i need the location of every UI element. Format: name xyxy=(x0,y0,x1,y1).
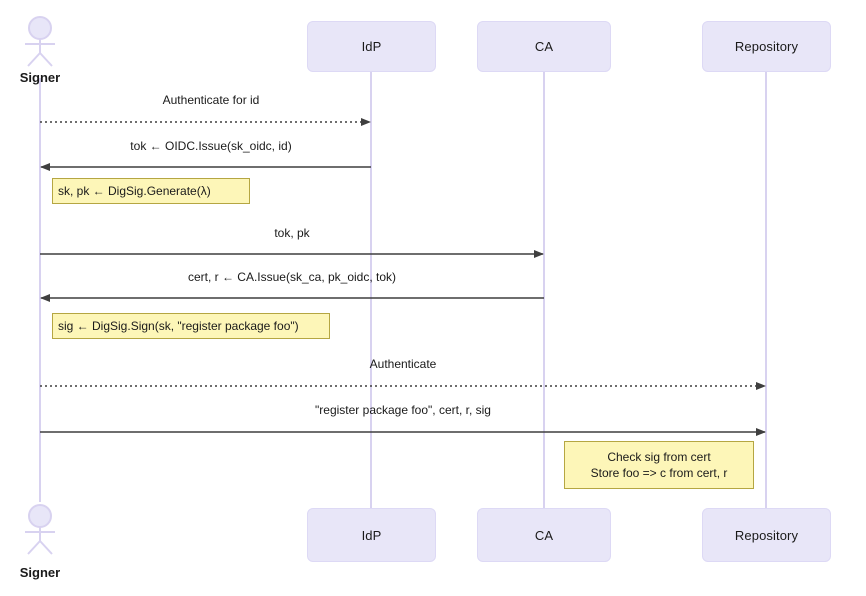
participant-footer-ca-label: CA xyxy=(534,527,554,543)
participant-footer-repository[interactable]: Repository xyxy=(702,508,831,562)
diagram-canvas xyxy=(25,16,767,555)
actor-leg-right-signer-bottom xyxy=(39,540,53,555)
actor-leg-left-signer-top xyxy=(27,52,41,67)
actor-figure-signer-top xyxy=(25,16,55,67)
actor-head-signer-bottom xyxy=(28,504,52,528)
actor-leg-left-signer-bottom xyxy=(27,540,41,555)
participant-footer-repository-label: Repository xyxy=(734,527,799,543)
actor-label-signer-top: Signer xyxy=(19,70,61,85)
participant-footer-idp-label: IdP xyxy=(361,527,382,543)
note-box-1: sk, pk ← DigSig.Generate(λ) xyxy=(52,178,250,204)
message-label-2: tok ← OIDC.Issue(sk_oidc, id) xyxy=(130,139,292,153)
participant-header-repository[interactable]: Repository xyxy=(702,21,831,72)
note-box-3: Check sig from cert Store foo => c from … xyxy=(564,441,754,489)
actor-leg-right-signer-top xyxy=(39,52,53,67)
participant-footer-ca[interactable]: CA xyxy=(477,508,611,562)
message-label-1: Authenticate for id xyxy=(162,93,260,107)
note-box-3-line-1: Check sig from cert xyxy=(607,449,711,464)
participant-header-repository-label: Repository xyxy=(734,39,799,54)
message-label-5: Authenticate xyxy=(369,357,437,371)
message-label-4: cert, r ← CA.Issue(sk_ca, pk_oidc, tok) xyxy=(187,270,397,284)
actor-figure-signer-bottom xyxy=(25,504,55,555)
participant-header-ca-label: CA xyxy=(534,39,554,54)
participant-footer-idp[interactable]: IdP xyxy=(307,508,436,562)
note-box-1-line-1: sk, pk ← DigSig.Generate(λ) xyxy=(58,183,211,198)
participant-header-idp-label: IdP xyxy=(361,39,382,54)
note-box-2: sig ← DigSig.Sign(sk, "register package … xyxy=(52,313,330,339)
participant-header-idp[interactable]: IdP xyxy=(307,21,436,72)
sequence-diagram: IdP CA Repository IdP CA Repository Sign… xyxy=(0,0,866,596)
actor-label-signer-bottom: Signer xyxy=(19,565,61,580)
message-arrows-group xyxy=(40,118,766,436)
note-box-3-line-2: Store foo => c from cert, r xyxy=(590,466,728,480)
actor-head-signer-top xyxy=(28,16,52,40)
note-box-2-line-1: sig ← DigSig.Sign(sk, "register package … xyxy=(58,318,299,333)
message-label-6: "register package foo", cert, r, sig xyxy=(315,403,491,417)
participant-header-ca[interactable]: CA xyxy=(477,21,611,72)
message-label-3: tok, pk xyxy=(274,226,310,240)
